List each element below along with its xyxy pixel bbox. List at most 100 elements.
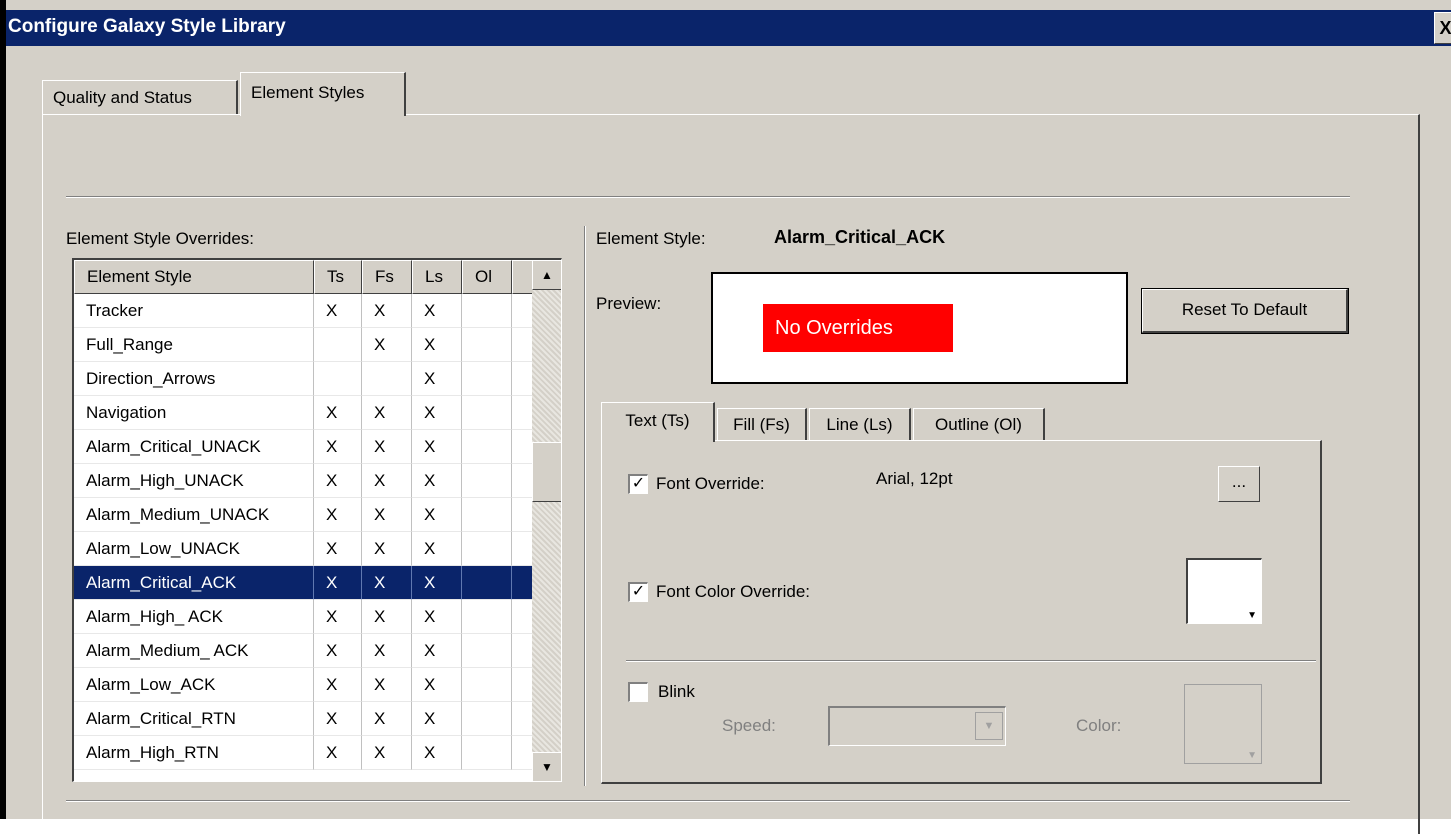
preview-sample: No Overrides	[763, 304, 953, 352]
cell-ol	[462, 532, 512, 566]
table-row[interactable]: Alarm_Critical_UNACK X X X	[74, 430, 534, 464]
scroll-up-button[interactable]: ▲	[532, 260, 561, 290]
cell-ts: X	[314, 600, 362, 634]
cell-ol	[462, 430, 512, 464]
cell-element-style: Alarm_Low_ACK	[74, 668, 314, 702]
element-style-grid[interactable]: Element Style Ts Fs Ls Ol Tracker X X X Full…	[72, 258, 562, 782]
table-row[interactable]: Alarm_Medium_UNACK X X X	[74, 498, 534, 532]
cell-element-style: Alarm_Critical_ACK	[74, 566, 314, 600]
blink-color-picker[interactable]: ▼	[1184, 684, 1262, 764]
cell-ls: X	[412, 736, 462, 770]
column-header-ol[interactable]: Ol	[462, 260, 512, 294]
cell-pad	[512, 736, 534, 770]
cell-element-style: Alarm_Medium_ ACK	[74, 634, 314, 668]
cell-fs: X	[362, 668, 412, 702]
blink-color-label: Color:	[1076, 716, 1122, 735]
close-button[interactable]: X	[1434, 12, 1451, 44]
reset-to-default-button[interactable]: Reset To Default	[1141, 288, 1349, 334]
cell-ol	[462, 600, 512, 634]
arrow-down-icon: ▼	[541, 760, 553, 774]
font-browse-button[interactable]: ...	[1218, 466, 1260, 502]
cell-ls: X	[412, 600, 462, 634]
cell-ls: X	[412, 464, 462, 498]
dropdown-arrow-icon[interactable]: ▼	[975, 712, 1003, 740]
speed-label: Speed:	[722, 716, 776, 735]
separator-top	[66, 196, 1350, 198]
tab-outline-ol[interactable]: Outline (Ol)	[913, 408, 1045, 440]
table-row[interactable]: Alarm_Low_UNACK X X X	[74, 532, 534, 566]
font-color-override-checkbox[interactable]: ✓	[628, 582, 648, 602]
table-row[interactable]: Alarm_Low_ACK X X X	[74, 668, 534, 702]
table-row[interactable]: Alarm_High_UNACK X X X	[74, 464, 534, 498]
title-bar[interactable]: Configure Galaxy Style Library X	[6, 10, 1451, 46]
cell-element-style: Direction_Arrows	[74, 362, 314, 396]
tab-label: Element Styles	[251, 83, 365, 102]
cell-element-style: Alarm_Critical_UNACK	[74, 430, 314, 464]
cell-ol	[462, 396, 512, 430]
cell-fs: X	[362, 498, 412, 532]
cell-ts: X	[314, 702, 362, 736]
table-row[interactable]: Alarm_Medium_ ACK X X X	[74, 634, 534, 668]
cell-pad	[512, 532, 534, 566]
tab-quality-and-status[interactable]: Quality and Status	[42, 80, 238, 114]
font-color-picker[interactable]: ▼	[1186, 558, 1262, 624]
cell-ls: X	[412, 566, 462, 600]
table-row[interactable]: Alarm_Critical_ACK X X X	[74, 566, 534, 600]
cell-fs: X	[362, 566, 412, 600]
cell-ts: X	[314, 498, 362, 532]
cell-ts: X	[314, 566, 362, 600]
cell-fs: X	[362, 294, 412, 328]
tab-text-ts[interactable]: Text (Ts)	[601, 402, 715, 442]
window-title: Configure Galaxy Style Library	[8, 16, 286, 37]
cell-ts: X	[314, 736, 362, 770]
tab-fill-fs[interactable]: Fill (Fs)	[717, 408, 807, 440]
scroll-thumb[interactable]	[532, 442, 561, 502]
cell-element-style: Alarm_High_UNACK	[74, 464, 314, 498]
grid-scrollbar[interactable]: ▲ ▼	[532, 260, 561, 781]
cell-ts: X	[314, 634, 362, 668]
checkmark-icon: ✓	[631, 583, 646, 600]
scroll-down-button[interactable]: ▼	[532, 752, 561, 781]
font-color-override-label: Font Color Override:	[656, 582, 810, 601]
cell-ts: X	[314, 396, 362, 430]
table-row[interactable]: Direction_Arrows X	[74, 362, 534, 396]
table-row[interactable]: Alarm_Critical_RTN X X X	[74, 702, 534, 736]
cell-ls: X	[412, 668, 462, 702]
font-override-checkbox[interactable]: ✓	[628, 474, 648, 494]
tab-element-styles[interactable]: Element Styles	[240, 72, 406, 116]
table-row[interactable]: Navigation X X X	[74, 396, 534, 430]
table-row[interactable]: Alarm_High_RTN X X X	[74, 736, 534, 770]
dropdown-arrow-icon: ▼	[1247, 750, 1257, 761]
table-row[interactable]: Full_Range X X	[74, 328, 534, 362]
column-header-ts[interactable]: Ts	[314, 260, 362, 294]
grid-header: Element Style Ts Fs Ls Ol	[74, 260, 534, 294]
cell-element-style: Tracker	[74, 294, 314, 328]
cell-ts	[314, 328, 362, 362]
cell-fs: X	[362, 464, 412, 498]
checkmark-icon: ✓	[631, 475, 646, 492]
cell-ts: X	[314, 532, 362, 566]
cell-pad	[512, 498, 534, 532]
blink-speed-select[interactable]: ▼	[828, 706, 1006, 746]
tab-label: Quality and Status	[53, 88, 192, 107]
cell-pad	[512, 702, 534, 736]
column-header-fs[interactable]: Fs	[362, 260, 412, 294]
cell-pad	[512, 328, 534, 362]
blink-checkbox[interactable]	[628, 682, 648, 702]
cell-pad	[512, 566, 534, 600]
cell-element-style: Alarm_Critical_RTN	[74, 702, 314, 736]
element-style-label: Element Style:	[596, 229, 706, 248]
cell-element-style: Full_Range	[74, 328, 314, 362]
tab-line-ls[interactable]: Line (Ls)	[809, 408, 911, 440]
column-header-ls[interactable]: Ls	[412, 260, 462, 294]
dropdown-arrow-icon: ▼	[1247, 610, 1257, 621]
panel-separator	[626, 660, 1316, 662]
column-header-element-style[interactable]: Element Style	[74, 260, 314, 294]
cell-ol	[462, 294, 512, 328]
preview-label: Preview:	[596, 294, 662, 313]
cell-fs: X	[362, 702, 412, 736]
table-row[interactable]: Tracker X X X	[74, 294, 534, 328]
column-header-blank	[512, 260, 534, 294]
cell-ls: X	[412, 328, 462, 362]
table-row[interactable]: Alarm_High_ ACK X X X	[74, 600, 534, 634]
